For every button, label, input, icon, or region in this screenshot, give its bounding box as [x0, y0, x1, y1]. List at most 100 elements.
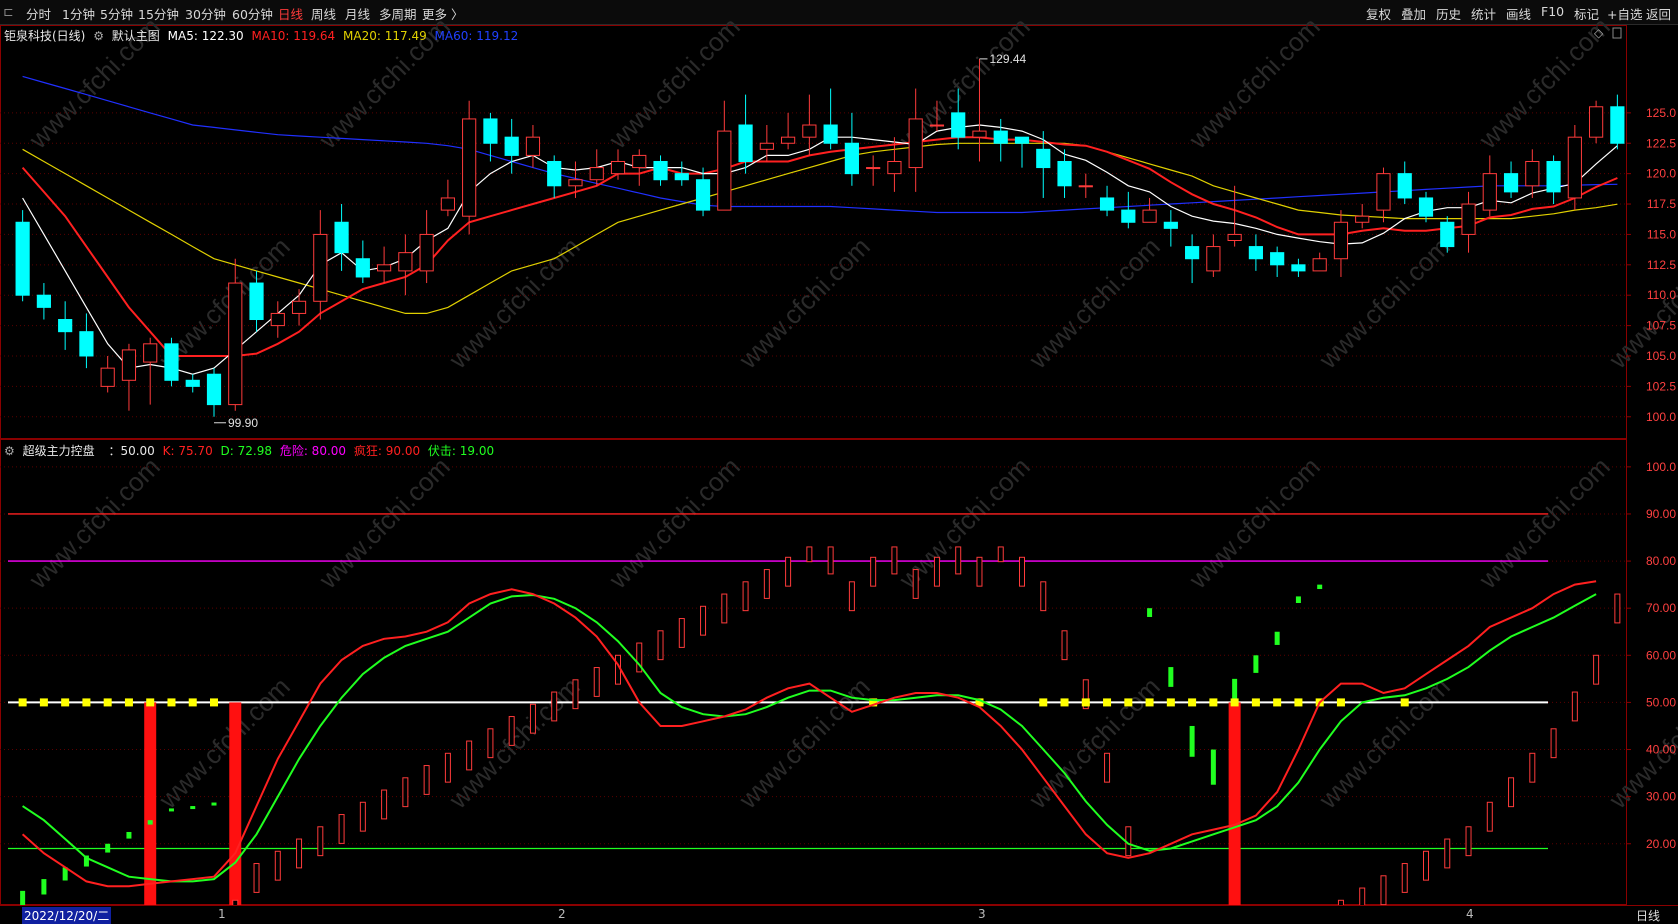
- candle-body: [1036, 148, 1051, 169]
- candle-body: [1185, 246, 1200, 260]
- indicator-tick-label: 20.00: [1646, 837, 1676, 851]
- candle-body: [781, 136, 796, 144]
- control-marker: [1230, 698, 1239, 707]
- candle-body: [929, 124, 945, 127]
- settings-icon[interactable]: ⚙: [93, 29, 104, 43]
- candle-body: [717, 130, 732, 211]
- candle-body: [908, 118, 923, 169]
- candle-body: [1142, 209, 1157, 223]
- price-tick-label: 110.0: [1647, 288, 1676, 302]
- signal-bar-down: [190, 806, 196, 810]
- candle-body: [1206, 246, 1221, 272]
- candle-body: [504, 136, 519, 156]
- control-marker: [1081, 698, 1090, 707]
- stock-name[interactable]: 钜泉科技(日线): [4, 29, 85, 43]
- ma20-label: MA20: 117.49: [343, 29, 427, 43]
- signal-bar-down: [1232, 678, 1238, 701]
- candle-body: [313, 233, 328, 302]
- watermark-text: www.cfchi.com: [1182, 11, 1325, 154]
- template-name[interactable]: 默认主图: [112, 29, 160, 43]
- candle-body: [823, 124, 838, 144]
- crazy-label: 疯狂: 90.00: [353, 444, 421, 458]
- signal-bar-up: [1614, 593, 1621, 624]
- ambush-label: 伏击: 19.00: [427, 444, 495, 458]
- period-label: 日线: [1636, 909, 1661, 923]
- month-tick-3: 3: [978, 907, 986, 921]
- control-marker: [167, 698, 176, 707]
- main-legend: 钜泉科技(日线) ⚙ 默认主图 MA5: 122.30 MA10: 119.64…: [4, 27, 522, 44]
- control-marker: [1251, 698, 1260, 707]
- candle-body: [759, 142, 774, 150]
- candle-body: [1589, 106, 1604, 138]
- signal-bar-up: [1019, 556, 1025, 587]
- indicator-tick-label: 40.00: [1646, 743, 1676, 757]
- control-marker: [1188, 698, 1197, 707]
- candle-body: [1482, 173, 1497, 211]
- candle-body: [164, 343, 179, 381]
- month-tick-2: 2: [558, 907, 566, 921]
- signal-bar-down: [1274, 631, 1280, 645]
- candle-body: [1248, 246, 1263, 260]
- signal-bar-up: [1593, 654, 1600, 685]
- candle-body: [1567, 136, 1582, 199]
- signal-bar-up: [1040, 581, 1047, 612]
- kline-chart[interactable]: www.cfchi.com www.cfchi.com www.cfchi.com w…: [0, 0, 1678, 923]
- signal-bar-down: [168, 808, 174, 812]
- signal-bar-down: [1295, 596, 1301, 604]
- indicator-settings-icon[interactable]: ⚙: [4, 444, 15, 458]
- watermark-text: www.cfchi.com: [1022, 231, 1165, 374]
- price-tick-label: 115.0: [1647, 227, 1676, 241]
- signal-bar-up: [1508, 777, 1515, 808]
- ma5-label: MA5: 122.30: [167, 29, 244, 43]
- candle-body: [36, 294, 51, 308]
- signal-bar-up: [1486, 801, 1493, 832]
- signal-bar-down: [1253, 655, 1259, 673]
- candle-body: [206, 373, 222, 406]
- candle-body: [377, 264, 392, 272]
- control-marker: [1209, 698, 1218, 707]
- candle-body: [1099, 197, 1115, 211]
- candle-body: [1057, 160, 1072, 187]
- indicator-tick-label: 90.00: [1646, 507, 1676, 521]
- ma10-label: MA10: 119.64: [251, 29, 336, 43]
- signal-bar-up: [423, 765, 430, 795]
- candle-body: [1503, 173, 1519, 193]
- signal-bar-up: [700, 605, 707, 636]
- control-marker: [1294, 698, 1303, 707]
- signal-bar-up: [657, 630, 664, 661]
- control-marker: [210, 698, 218, 707]
- candle-body: [1291, 264, 1306, 272]
- candle-body: [1163, 221, 1178, 229]
- candle-body: [249, 282, 264, 321]
- watermark-text: www.cfchi.com: [152, 671, 295, 814]
- watermark-text: www.cfchi.com: [312, 451, 455, 594]
- control-marker: [1336, 698, 1345, 707]
- candle-body: [525, 136, 541, 156]
- signal-bar-up: [1550, 728, 1557, 759]
- time-axis: 2022/12/20/二 1 2 3 4 日线: [0, 905, 1678, 924]
- candle-body: [653, 160, 668, 181]
- signal-bar-up: [296, 838, 303, 869]
- indicator-name[interactable]: 超级主力控盘: [23, 444, 95, 458]
- candle-body: [1376, 173, 1391, 211]
- candle-body: [462, 118, 477, 217]
- control-marker: [1039, 698, 1048, 707]
- signal-bar-down: [1189, 725, 1195, 757]
- watermark-text: www.cfchi.com: [1182, 451, 1325, 594]
- diamond-icon: ◇: [1594, 26, 1604, 40]
- candle-body: [1418, 197, 1434, 217]
- candle-body: [440, 197, 455, 211]
- signal-bar-up: [785, 556, 792, 587]
- signal-bar-down: [1317, 584, 1323, 590]
- control-marker: [188, 698, 197, 707]
- candle-body: [143, 343, 158, 363]
- d-label: D: 72.98: [220, 444, 272, 458]
- candle-body: [291, 300, 307, 314]
- sub-legend: ⚙ 超级主力控盘 ：50.00 K: 75.70 D: 72.98 危险: 80…: [4, 442, 498, 459]
- candle-body: [1333, 221, 1349, 260]
- control-marker: [1124, 698, 1133, 707]
- signal-bar-up: [997, 546, 1004, 563]
- control-marker: [124, 698, 133, 707]
- signal-bar-up: [742, 581, 749, 612]
- signal-bar-down: [211, 802, 217, 806]
